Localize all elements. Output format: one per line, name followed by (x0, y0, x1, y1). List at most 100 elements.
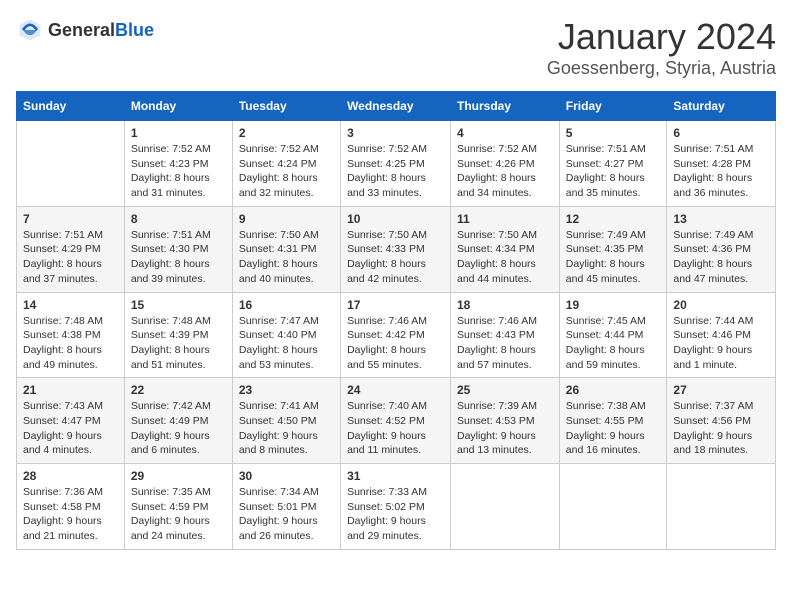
calendar-cell: 27Sunrise: 7:37 AMSunset: 4:56 PMDayligh… (667, 378, 776, 464)
day-info: Sunrise: 7:37 AMSunset: 4:56 PMDaylight:… (673, 399, 769, 458)
weekday-header: Tuesday (232, 92, 340, 121)
calendar-cell: 9Sunrise: 7:50 AMSunset: 4:31 PMDaylight… (232, 206, 340, 292)
day-number: 21 (23, 383, 118, 397)
day-info: Sunrise: 7:52 AMSunset: 4:24 PMDaylight:… (239, 142, 334, 201)
day-info: Sunrise: 7:48 AMSunset: 4:38 PMDaylight:… (23, 314, 118, 373)
day-number: 26 (566, 383, 661, 397)
calendar-cell: 2 Sunrise: 7:52 AMSunset: 4:24 PMDaylight… (232, 121, 340, 207)
weekday-header: Sunday (17, 92, 125, 121)
day-number: 31 (347, 469, 444, 483)
calendar-cell: 13 Sunrise: 7:49 AMSunset: 4:36 PMDayligh… (667, 206, 776, 292)
day-number: 8 (131, 212, 226, 226)
day-info: Sunrise: 7:49 AMSunset: 4:35 PMDaylight:… (566, 228, 661, 287)
day-number: 4 (457, 126, 553, 140)
day-info: Sunrise: 7:40 AMSunset: 4:52 PMDaylight:… (347, 399, 444, 458)
day-info: Sunrise: 7:52 AMSunset: 4:25 PMDaylight:… (347, 142, 444, 201)
calendar-week-row: 1 Sunrise: 7:52 AMSunset: 4:23 PMDaylight… (17, 121, 776, 207)
day-info: Sunrise: 7:35 AMSunset: 4:59 PMDaylight:… (131, 485, 226, 544)
day-info: Sunrise: 7:48 AMSunset: 4:39 PMDaylight:… (131, 314, 226, 373)
title-block: January 2024 Goessenberg, Styria, Austri… (547, 16, 776, 79)
calendar-cell: 26Sunrise: 7:38 AMSunset: 4:55 PMDayligh… (559, 378, 667, 464)
day-info: Sunrise: 7:43 AMSunset: 4:47 PMDaylight:… (23, 399, 118, 458)
day-number: 24 (347, 383, 444, 397)
weekday-header: Thursday (451, 92, 560, 121)
day-info: Sunrise: 7:45 AMSunset: 4:44 PMDaylight:… (566, 314, 661, 373)
calendar-cell: 20 Sunrise: 7:44 AMSunset: 4:46 PMDayligh… (667, 292, 776, 378)
calendar-cell: 30Sunrise: 7:34 AMSunset: 5:01 PMDayligh… (232, 464, 340, 550)
logo-text: GeneralBlue (48, 20, 154, 41)
day-info: Sunrise: 7:46 AMSunset: 4:42 PMDaylight:… (347, 314, 444, 373)
calendar-cell: 29Sunrise: 7:35 AMSunset: 4:59 PMDayligh… (124, 464, 232, 550)
day-number: 15 (131, 298, 226, 312)
calendar-cell: 22 Sunrise: 7:42 AMSunset: 4:49 PMDayligh… (124, 378, 232, 464)
day-number: 2 (239, 126, 334, 140)
day-info: Sunrise: 7:52 AMSunset: 4:26 PMDaylight:… (457, 142, 553, 201)
weekday-header: Wednesday (341, 92, 451, 121)
day-info: Sunrise: 7:49 AMSunset: 4:36 PMDaylight:… (673, 228, 769, 287)
calendar-week-row: 14 Sunrise: 7:48 AMSunset: 4:38 PMDayligh… (17, 292, 776, 378)
calendar-cell: 15 Sunrise: 7:48 AMSunset: 4:39 PMDayligh… (124, 292, 232, 378)
calendar-cell: 19Sunrise: 7:45 AMSunset: 4:44 PMDayligh… (559, 292, 667, 378)
day-number: 30 (239, 469, 334, 483)
day-info: Sunrise: 7:36 AMSunset: 4:58 PMDaylight:… (23, 485, 118, 544)
day-number: 17 (347, 298, 444, 312)
day-info: Sunrise: 7:51 AMSunset: 4:28 PMDaylight:… (673, 142, 769, 201)
weekday-header: Saturday (667, 92, 776, 121)
calendar-cell: 3Sunrise: 7:52 AMSunset: 4:25 PMDaylight… (341, 121, 451, 207)
weekday-header: Monday (124, 92, 232, 121)
day-info: Sunrise: 7:33 AMSunset: 5:02 PMDaylight:… (347, 485, 444, 544)
calendar-cell: 8 Sunrise: 7:51 AMSunset: 4:30 PMDaylight… (124, 206, 232, 292)
day-number: 22 (131, 383, 226, 397)
day-info: Sunrise: 7:50 AMSunset: 4:33 PMDaylight:… (347, 228, 444, 287)
calendar-week-row: 21 Sunrise: 7:43 AMSunset: 4:47 PMDayligh… (17, 378, 776, 464)
calendar-cell: 1 Sunrise: 7:52 AMSunset: 4:23 PMDaylight… (124, 121, 232, 207)
calendar-cell: 5 Sunrise: 7:51 AMSunset: 4:27 PMDaylight… (559, 121, 667, 207)
day-info: Sunrise: 7:50 AMSunset: 4:31 PMDaylight:… (239, 228, 334, 287)
day-info: Sunrise: 7:46 AMSunset: 4:43 PMDaylight:… (457, 314, 553, 373)
calendar-cell: 17 Sunrise: 7:46 AMSunset: 4:42 PMDayligh… (341, 292, 451, 378)
calendar-table: SundayMondayTuesdayWednesdayThursdayFrid… (16, 91, 776, 550)
logo-general: General (48, 20, 115, 40)
day-info: Sunrise: 7:51 AMSunset: 4:29 PMDaylight:… (23, 228, 118, 287)
day-number: 6 (673, 126, 769, 140)
calendar-cell: 23 Sunrise: 7:41 AMSunset: 4:50 PMDayligh… (232, 378, 340, 464)
day-number: 13 (673, 212, 769, 226)
day-info: Sunrise: 7:51 AMSunset: 4:27 PMDaylight:… (566, 142, 661, 201)
day-number: 23 (239, 383, 334, 397)
day-number: 5 (566, 126, 661, 140)
calendar-cell: 11Sunrise: 7:50 AMSunset: 4:34 PMDayligh… (451, 206, 560, 292)
calendar-cell: 4 Sunrise: 7:52 AMSunset: 4:26 PMDaylight… (451, 121, 560, 207)
calendar-cell: 7Sunrise: 7:51 AMSunset: 4:29 PMDaylight… (17, 206, 125, 292)
day-number: 18 (457, 298, 553, 312)
day-number: 14 (23, 298, 118, 312)
weekday-header: Friday (559, 92, 667, 121)
calendar-cell (559, 464, 667, 550)
day-info: Sunrise: 7:42 AMSunset: 4:49 PMDaylight:… (131, 399, 226, 458)
day-number: 20 (673, 298, 769, 312)
calendar-cell: 10 Sunrise: 7:50 AMSunset: 4:33 PMDayligh… (341, 206, 451, 292)
calendar-week-row: 28 Sunrise: 7:36 AMSunset: 4:58 PMDayligh… (17, 464, 776, 550)
page-header: GeneralBlue January 2024 Goessenberg, St… (16, 16, 776, 79)
calendar-cell: 6 Sunrise: 7:51 AMSunset: 4:28 PMDaylight… (667, 121, 776, 207)
logo-icon (16, 16, 44, 44)
day-info: Sunrise: 7:44 AMSunset: 4:46 PMDaylight:… (673, 314, 769, 373)
day-info: Sunrise: 7:39 AMSunset: 4:53 PMDaylight:… (457, 399, 553, 458)
calendar-cell: 28 Sunrise: 7:36 AMSunset: 4:58 PMDayligh… (17, 464, 125, 550)
location-title: Goessenberg, Styria, Austria (547, 58, 776, 79)
day-number: 16 (239, 298, 334, 312)
calendar-cell: 18 Sunrise: 7:46 AMSunset: 4:43 PMDayligh… (451, 292, 560, 378)
calendar-cell: 21 Sunrise: 7:43 AMSunset: 4:47 PMDayligh… (17, 378, 125, 464)
day-number: 1 (131, 126, 226, 140)
logo: GeneralBlue (16, 16, 154, 44)
logo-blue: Blue (115, 20, 154, 40)
calendar-cell: 25Sunrise: 7:39 AMSunset: 4:53 PMDayligh… (451, 378, 560, 464)
weekday-header-row: SundayMondayTuesdayWednesdayThursdayFrid… (17, 92, 776, 121)
calendar-cell: 24 Sunrise: 7:40 AMSunset: 4:52 PMDayligh… (341, 378, 451, 464)
calendar-cell: 16Sunrise: 7:47 AMSunset: 4:40 PMDayligh… (232, 292, 340, 378)
day-number: 10 (347, 212, 444, 226)
day-info: Sunrise: 7:41 AMSunset: 4:50 PMDaylight:… (239, 399, 334, 458)
day-number: 12 (566, 212, 661, 226)
day-info: Sunrise: 7:51 AMSunset: 4:30 PMDaylight:… (131, 228, 226, 287)
day-number: 28 (23, 469, 118, 483)
day-info: Sunrise: 7:52 AMSunset: 4:23 PMDaylight:… (131, 142, 226, 201)
